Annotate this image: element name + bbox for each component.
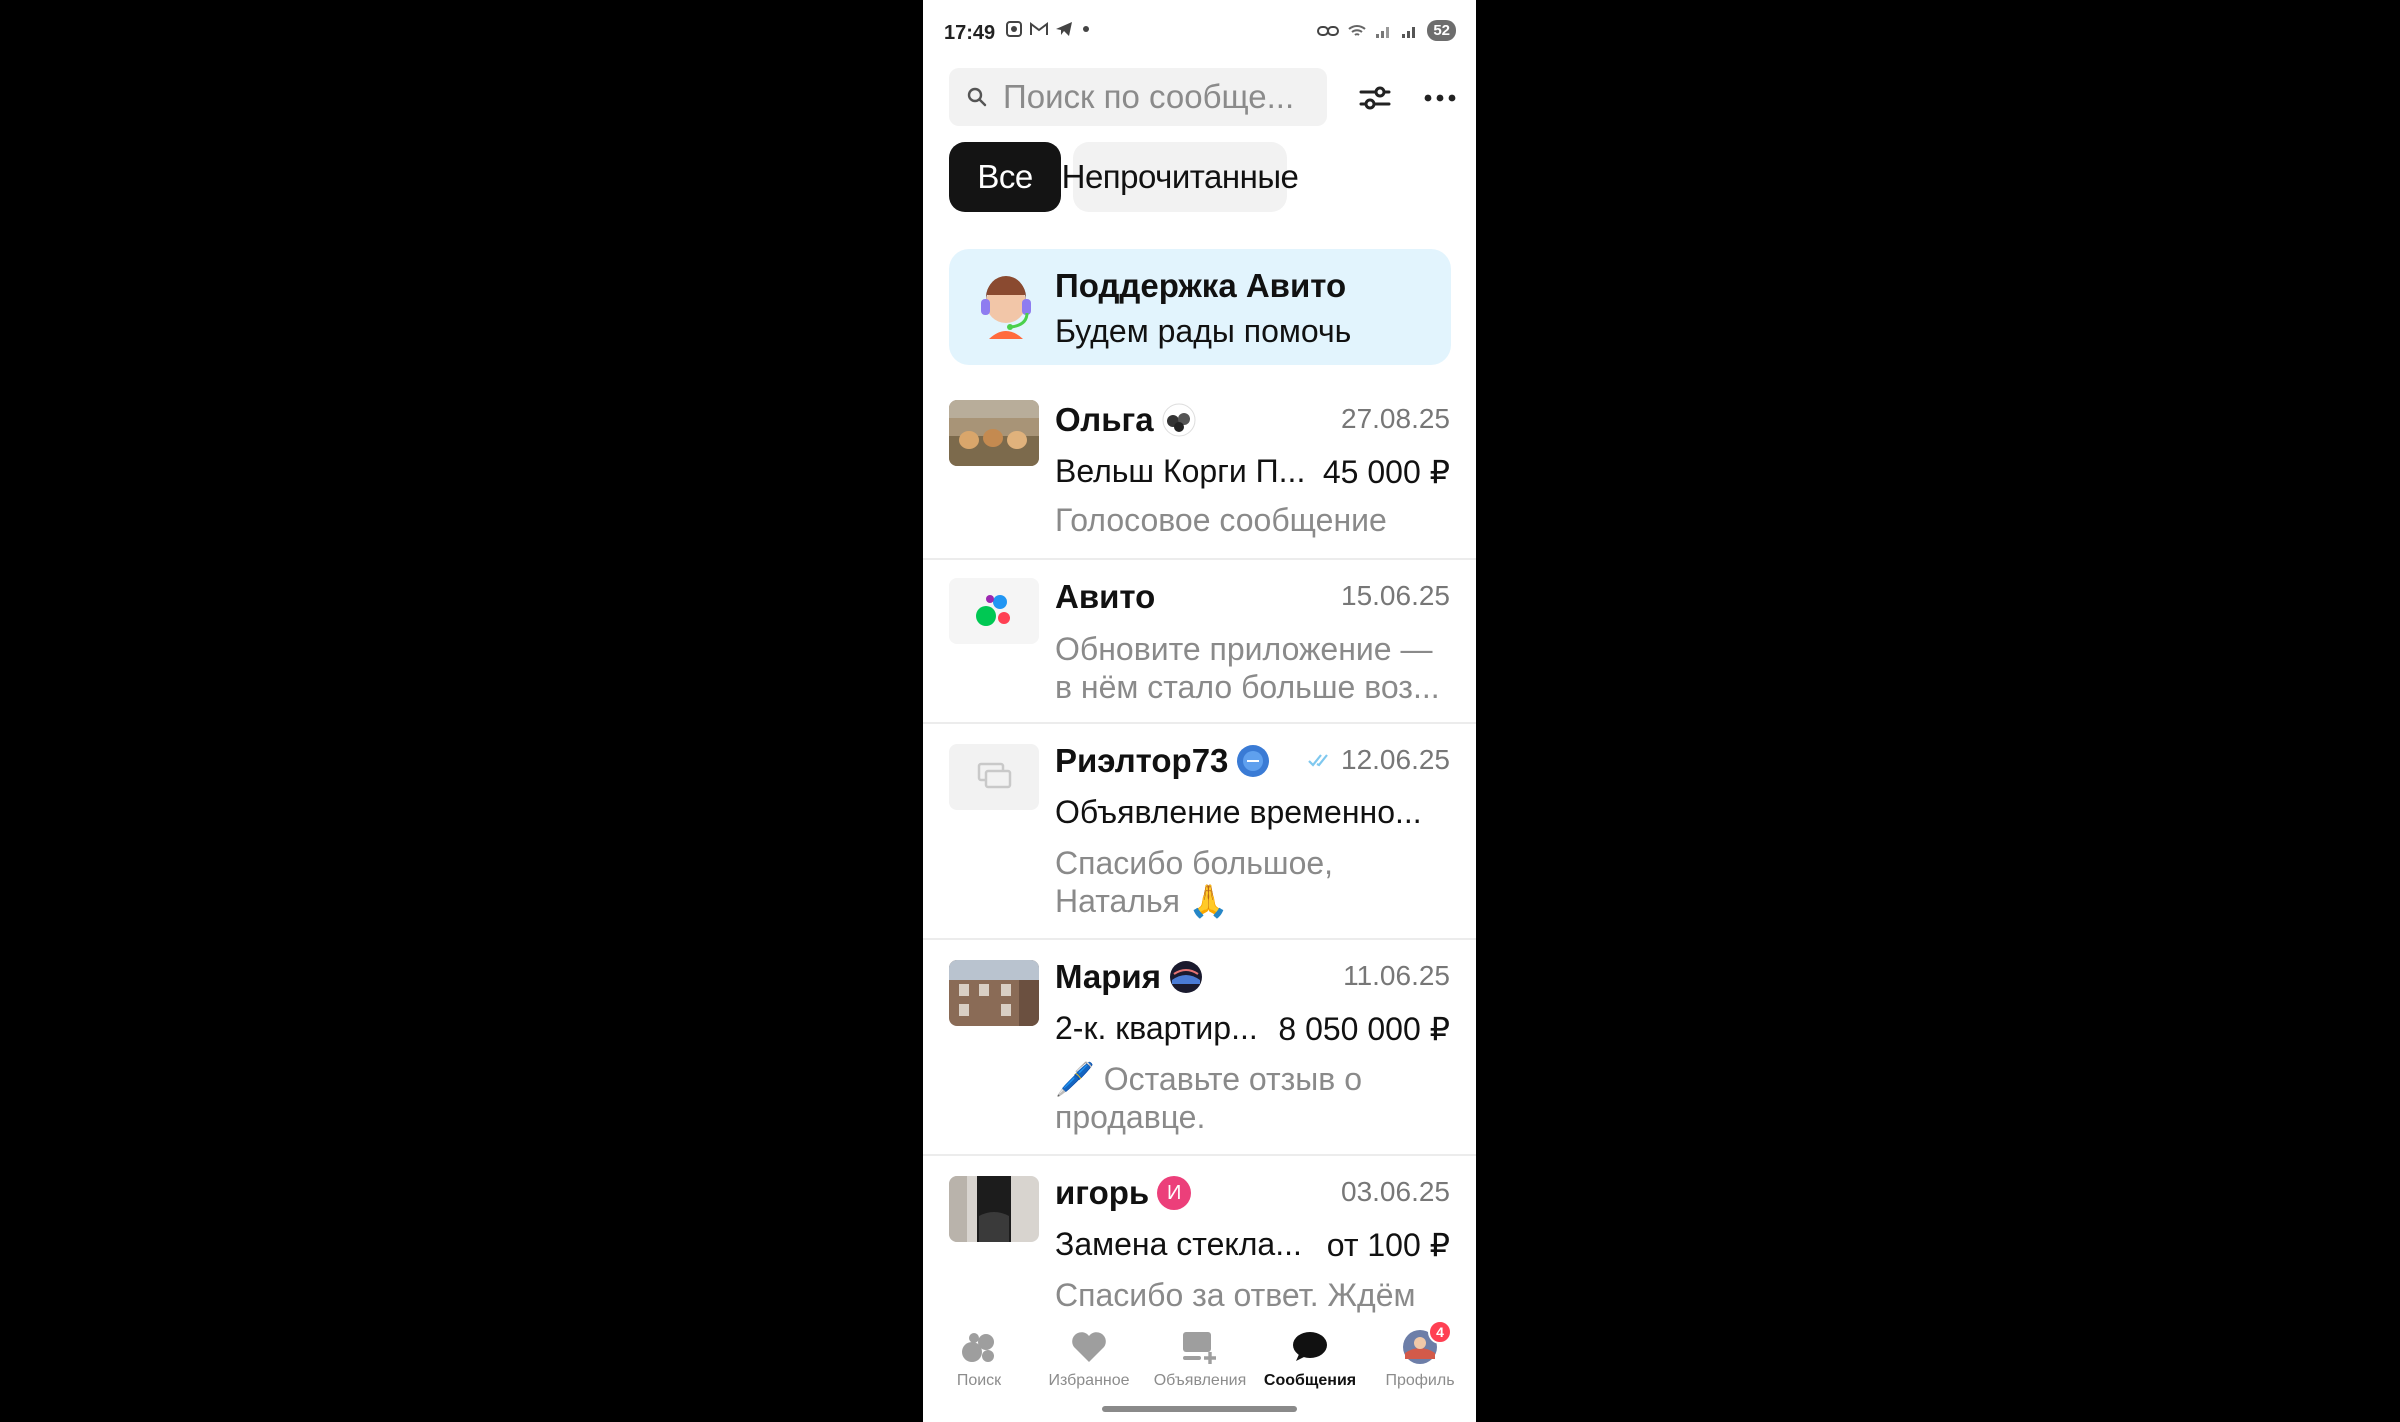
chat-last-message: Спасибо большое, Наталья 🙏 [1055,845,1334,919]
chat-name: Ольга [1055,401,1154,438]
chat-row[interactable]: Авито 15.06.25 Обновите приложение — в н… [923,560,1476,724]
chat-placeholder-icon [977,762,1012,789]
notification-icons [1005,20,1093,38]
more-button[interactable] [1418,76,1462,120]
read-check-icon [1308,754,1328,767]
nav-messages[interactable]: Сообщения [1258,1326,1362,1390]
support-title: Поддержка Авито [1055,267,1347,304]
chat-row[interactable]: Риэлтор73 12.06.25 Объявление временно..… [923,724,1476,940]
heart-icon [1072,1332,1106,1362]
system-icons: 52 [1317,20,1456,41]
nav-label: Объявления [1153,1372,1247,1389]
signal-icon [1376,26,1390,38]
support-banner[interactable]: Поддержка Авито Будем рады помочь [949,249,1451,365]
nav-label: Избранное [1048,1372,1130,1389]
avito-dots-icon [962,1333,994,1362]
realtor-avatar-icon [1237,745,1270,777]
nav-label: Поиск [956,1372,1002,1389]
telegram-icon [1056,22,1072,36]
home-indicator[interactable] [1102,1406,1297,1412]
chat-last-message: 🖊️ Оставьте отзыв о продавце. [1055,1061,1362,1135]
filter-button[interactable] [1353,76,1397,120]
phone-screen: 17:49 52 Все Непрочитанные [923,0,1476,1422]
support-agent-icon [981,276,1031,339]
chip-all[interactable]: Все [949,142,1061,212]
nav-profile[interactable]: 4 Профиль [1368,1320,1472,1390]
chat-item-price: 45 000 ₽ [1322,454,1450,490]
chat-name: Риэлтор73 [1055,742,1229,779]
nav-label: Сообщения [1263,1372,1357,1389]
profile-badge: 4 [1428,1320,1452,1344]
nav-ads[interactable]: Объявления [1148,1326,1252,1390]
signal-icon [1402,26,1416,38]
chat-bubble-icon [1293,1332,1327,1361]
chat-thumbnail [949,960,1039,1026]
chat-date: 11.06.25 [1343,960,1450,991]
chat-item-price: от 100 ₽ [1326,1227,1450,1263]
chat-thumbnail [949,744,1039,810]
sliders-icon [1359,86,1391,110]
support-subtitle: Будем рады помочь [1055,313,1352,349]
chat-date: 03.06.25 [1341,1176,1450,1207]
screenshot-icon [1006,21,1022,37]
chat-thumbnail [949,1176,1039,1242]
user-avatar-letter: И [1157,1176,1192,1210]
chat-last-message: Спасибо за ответ. Ждём [1055,1277,1416,1313]
nav-search[interactable]: Поиск [927,1326,1031,1390]
chat-item-price: 8 050 000 ₽ [1278,1011,1450,1047]
chat-name: игорь [1055,1174,1150,1211]
nav-favorites[interactable]: Избранное [1037,1326,1141,1390]
wifi-icon [1348,24,1366,36]
dot-icon [1083,26,1089,32]
chat-name: Авито [1055,578,1156,615]
status-time: 17:49 [944,22,996,44]
search-box[interactable] [949,68,1327,126]
chat-item-title: Вельш Корги П... [1055,453,1306,489]
chat-row[interactable]: Ольга 27.08.25 Вельш Корги П... 45 000 ₽… [923,385,1476,560]
battery-indicator: 52 [1427,20,1456,41]
chat-last-message: Обновите приложение — в нём стало больше… [1055,631,1440,705]
add-listing-icon [1183,1332,1216,1364]
chat-row[interactable]: игорь И 03.06.25 Замена стекла... от 100… [923,1156,1476,1318]
chip-unread[interactable]: Непрочитанные [1062,142,1299,212]
nav-label: Профиль [1385,1372,1455,1389]
user-avatar-icon [1169,961,1202,993]
link-icon [1317,25,1340,36]
chat-item-title: Объявление временно... [1055,794,1422,830]
gmail-icon [1030,22,1048,35]
chat-date: 15.06.25 [1341,580,1450,611]
search-input[interactable] [1003,75,1313,119]
chat-date: 27.08.25 [1341,403,1450,434]
chat-thumbnail [949,400,1039,466]
chat-item-title: Замена стекла... [1055,1226,1302,1262]
more-dots-icon [1424,94,1456,102]
chat-last-message: Голосовое сообщение [1055,502,1387,538]
chat-date: 12.06.25 [1341,744,1450,775]
chat-thumbnail [949,578,1039,644]
status-bar: 17:49 52 [923,0,1476,66]
search-icon [967,87,987,107]
chat-name: Мария [1055,958,1161,995]
chat-row[interactable]: Мария 11.06.25 2-к. квартир... 8 050 000… [923,940,1476,1156]
avito-logo-icon [976,595,1010,626]
puppies-avatar-icon [1162,403,1196,437]
chat-item-title: 2-к. квартир... [1055,1010,1258,1046]
